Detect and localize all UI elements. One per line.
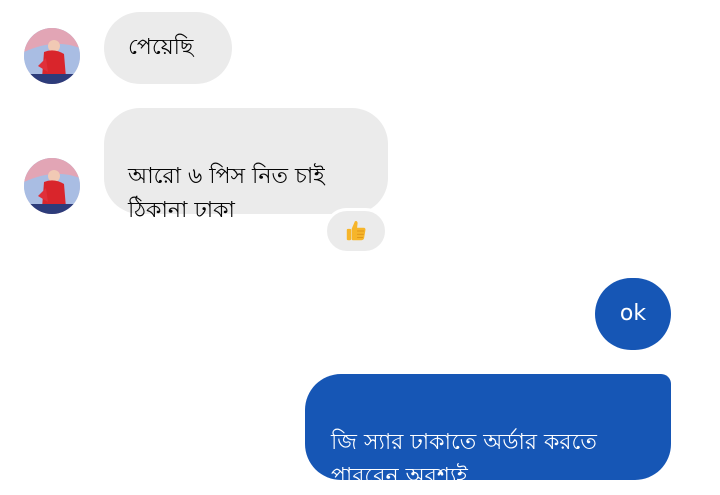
incoming-message-bubble[interactable]: আরো ৬ পিস নিত চাই ঠিকানা ঢাকা (104, 108, 388, 223)
message-text: পেয়েছি (128, 35, 194, 60)
message-text: আরো ৬ পিস নিত চাই ঠিকানা ঢাকা (128, 164, 325, 223)
incoming-message-bubble[interactable]: পেয়েছি (104, 12, 232, 84)
message-text: ok (619, 301, 647, 326)
outgoing-message-bubble[interactable]: ok (595, 278, 671, 350)
sender-avatar[interactable] (24, 28, 80, 84)
message-text: জি স্যার ঢাকাতে অর্ডার করতে পারবেন অবশ্য… (331, 430, 597, 489)
outgoing-message-bubble[interactable]: জি স্যার ঢাকাতে অর্ডার করতে পারবেন অবশ্য… (305, 374, 671, 489)
message-reaction[interactable] (324, 208, 388, 254)
sender-avatar[interactable] (24, 158, 80, 214)
thumbs-up-icon (346, 220, 366, 241)
